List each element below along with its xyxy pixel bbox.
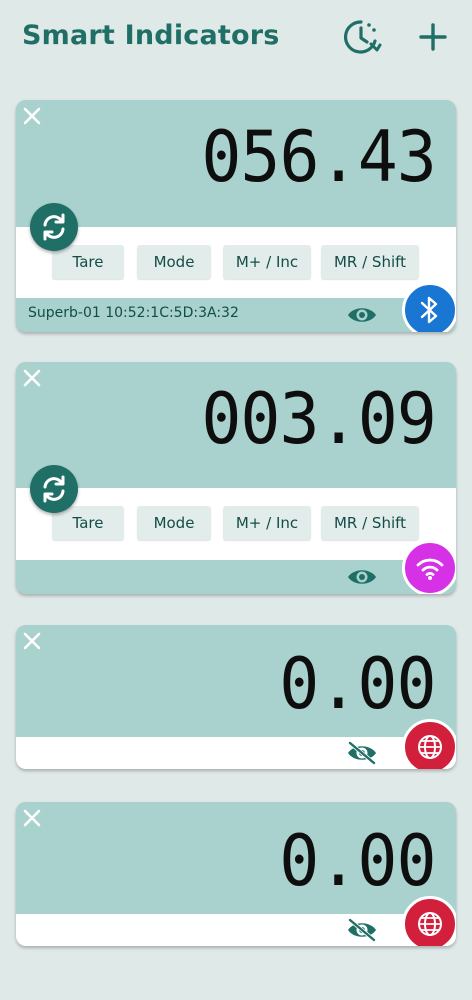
indicator-reading: 003.09 <box>201 378 436 460</box>
visibility-toggle[interactable] <box>346 566 378 588</box>
memory-recall-button[interactable]: MR / Shift <box>321 245 419 279</box>
close-card-button[interactable] <box>21 630 43 652</box>
eye-off-icon <box>348 918 376 942</box>
close-icon <box>23 107 41 125</box>
tare-button[interactable]: Tare <box>52 245 124 279</box>
action-button-row: Tare Mode M+ / Inc MR / Shift <box>16 488 456 560</box>
eye-icon <box>348 308 376 322</box>
close-icon <box>23 632 41 650</box>
memory-plus-button[interactable]: M+ / Inc <box>223 506 311 540</box>
connection-status-badge[interactable] <box>402 896 456 946</box>
app-header: Smart Indicators <box>0 0 472 76</box>
indicator-reading: 056.43 <box>201 116 436 198</box>
clock-history-icon <box>344 20 382 54</box>
eye-icon <box>348 570 376 584</box>
indicator-card-2: 003.09 Tare Mode M+ / Inc MR / Shift <box>16 362 456 594</box>
visibility-toggle[interactable] <box>346 918 378 942</box>
connection-status-badge[interactable] <box>402 719 456 769</box>
close-card-button[interactable] <box>21 807 43 829</box>
close-icon <box>23 809 41 827</box>
page-title: Smart Indicators <box>22 20 280 51</box>
device-id-label: Superb-01 10:52:1C:5D:3A:32 <box>28 305 239 321</box>
refresh-button[interactable] <box>30 203 78 251</box>
connection-status-badge[interactable] <box>402 282 456 332</box>
mode-button[interactable]: Mode <box>137 506 211 540</box>
indicator-card-3: 0.00 <box>16 625 456 769</box>
indicator-reading: 0.00 <box>279 643 437 725</box>
action-button-row: Tare Mode M+ / Inc MR / Shift <box>16 227 456 298</box>
globe-icon <box>418 912 442 936</box>
history-button[interactable] <box>338 14 384 60</box>
visibility-toggle[interactable] <box>346 741 378 765</box>
globe-icon <box>418 735 442 759</box>
wifi-icon <box>416 558 444 580</box>
card-footer <box>16 737 456 769</box>
close-card-button[interactable] <box>21 105 43 127</box>
memory-plus-button[interactable]: M+ / Inc <box>223 245 311 279</box>
indicator-card-1: 056.43 Tare Mode M+ / Inc MR / Shift Sup… <box>16 100 456 332</box>
card-footer: Superb-01 10:52:1C:5D:3A:32 <box>16 298 456 332</box>
plus-icon <box>419 23 447 51</box>
card-footer <box>16 914 456 946</box>
indicator-card-4: 0.00 <box>16 802 456 946</box>
add-indicator-button[interactable] <box>410 14 456 60</box>
refresh-button[interactable] <box>30 465 78 513</box>
indicator-reading: 0.00 <box>279 820 437 902</box>
bluetooth-icon <box>420 296 438 324</box>
refresh-icon <box>43 213 65 241</box>
memory-recall-button[interactable]: MR / Shift <box>321 506 419 540</box>
connection-status-badge[interactable] <box>402 540 456 594</box>
mode-button[interactable]: Mode <box>137 245 211 279</box>
refresh-icon <box>43 475 65 503</box>
visibility-toggle[interactable] <box>346 304 378 326</box>
close-icon <box>23 369 41 387</box>
eye-off-icon <box>348 741 376 765</box>
close-card-button[interactable] <box>21 367 43 389</box>
card-footer <box>16 560 456 594</box>
